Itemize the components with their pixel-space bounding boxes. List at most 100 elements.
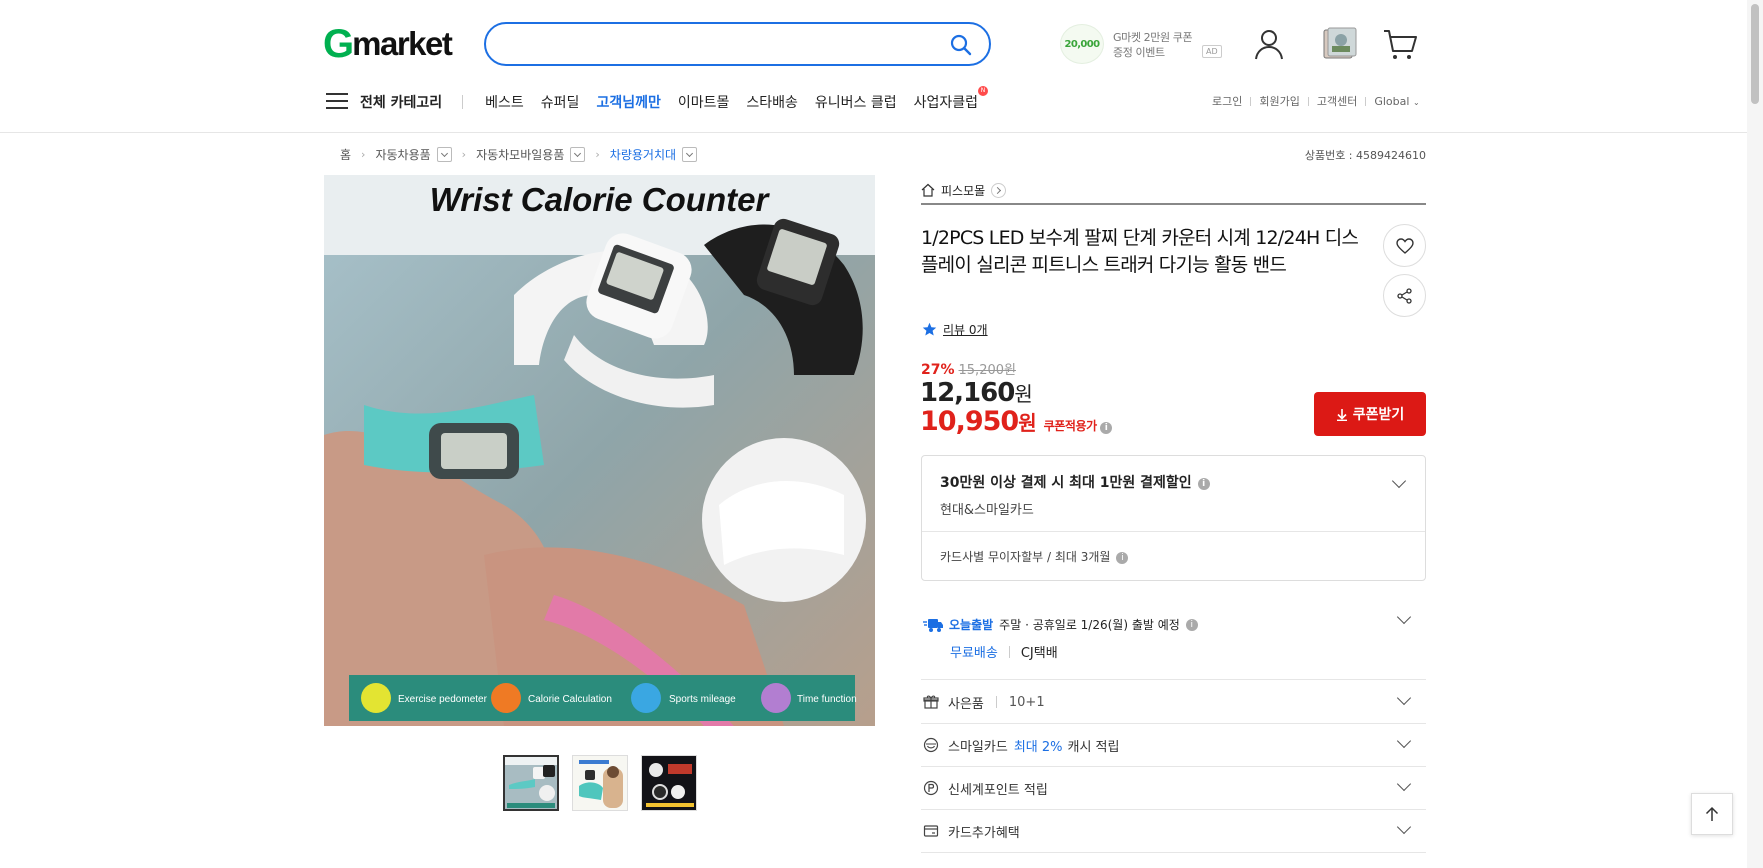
info-icon[interactable]: i (1197, 478, 1210, 490)
shipping-info[interactable]: 오늘출발 주말 · 공휴일로 1/26(월) 출발 예정 i 무료배송 CJ택배 (921, 598, 1426, 680)
search-input[interactable] (504, 34, 924, 54)
product-main-image[interactable]: Wrist Calorie Counter Exercise pedometer… (324, 175, 875, 726)
breadcrumb-dropdown-icon[interactable] (436, 146, 452, 162)
nav-universe-club[interactable]: 유니버스 클럽 (815, 92, 897, 112)
review-link[interactable]: 리뷰 0개 (922, 321, 988, 338)
option-card-label: 카드추가혜택 (948, 825, 1020, 841)
original-price: 15,200원 (958, 363, 1016, 378)
today-departure-label: 오늘출발 (949, 618, 994, 632)
breadcrumb: 홈 › 자동차용품 › 자동차모바일용품 › 차량용거치대 (340, 146, 698, 163)
info-icon[interactable]: i (1185, 618, 1198, 631)
chevron-right-icon: › (361, 147, 366, 161)
free-shipping-label: 무료배송 (950, 646, 998, 661)
thumbnail-3[interactable] (641, 755, 697, 811)
feature-label-4: Time function (797, 694, 857, 705)
option-point-label: 신세계포인트 적립 (948, 782, 1048, 798)
coupon-price-value: 10,950 (920, 406, 1019, 437)
delivery-truck-icon (923, 618, 943, 632)
gmarket-logo[interactable]: Gmarket (323, 22, 453, 66)
sale-price: 12,160원 (920, 378, 1033, 408)
breadcrumb-current[interactable]: 차량용거치대 (610, 146, 676, 163)
coupon-price-unit: 원 (1018, 411, 1036, 435)
chevron-down-icon[interactable] (1396, 776, 1412, 792)
nav-business-club[interactable]: 사업자클럽 N (914, 86, 989, 112)
arrow-up-icon (1705, 806, 1719, 821)
shipping-line-1: 오늘출발 주말 · 공휴일로 1/26(월) 출발 예정 i (923, 616, 1198, 633)
global-link[interactable]: Global ⌄ (1374, 95, 1419, 108)
card-benefit-box[interactable]: 30만원 이상 결제 시 최대 1만원 결제할인 i 현대&스마일카드 카드사별 … (921, 455, 1426, 581)
card-icon (923, 825, 939, 837)
smile-card-icon (923, 737, 939, 753)
scrollbar-thumb[interactable] (1751, 4, 1759, 104)
recent-viewed-icon[interactable] (1321, 26, 1357, 62)
chevron-down-icon: ⌄ (1412, 97, 1420, 107)
util-divider (1250, 96, 1252, 106)
breadcrumb-item[interactable]: 자동차용품 (375, 146, 430, 163)
search-box (484, 22, 991, 66)
cart-icon[interactable] (1382, 26, 1418, 62)
feature-label-3: Sports mileage (669, 694, 736, 705)
option-smilecard[interactable]: 스마일카드 최대 2% 캐시 적립 (921, 724, 1426, 767)
ad-text-line2: 증정 이벤트 (1113, 46, 1165, 59)
nav-emart-mall[interactable]: 이마트몰 (678, 92, 730, 112)
page-scrollbar[interactable] (1747, 0, 1763, 868)
shop-name-row[interactable]: 피스모몰 (921, 177, 1426, 205)
chevron-down-icon[interactable] (1396, 819, 1412, 835)
divider (1008, 645, 1010, 658)
ad-coupon-banner[interactable]: 20,000 G마켓 2만원 쿠폰 증정 이벤트 (1060, 22, 1220, 66)
signup-link[interactable]: 회원가입 (1259, 93, 1299, 109)
breadcrumb-home[interactable]: 홈 (340, 146, 351, 163)
hamburger-menu-icon[interactable] (326, 93, 350, 111)
info-icon[interactable]: i (1116, 552, 1129, 564)
thumbnail-1[interactable] (503, 755, 559, 811)
gift-icon (923, 695, 939, 709)
product-photo: Wrist Calorie Counter Exercise pedometer… (324, 175, 875, 726)
chevron-down-icon[interactable] (1396, 690, 1412, 706)
option-gift[interactable]: 사은품 10+1 (921, 681, 1426, 724)
get-coupon-button[interactable]: 쿠폰받기 (1314, 392, 1426, 436)
share-button[interactable] (1383, 274, 1426, 317)
shop-arrow-icon[interactable] (991, 182, 1007, 198)
nav-best[interactable]: 베스트 (485, 92, 524, 112)
chevron-down-icon[interactable] (1396, 733, 1412, 749)
option-gift-label: 사은품 (948, 696, 984, 712)
breadcrumb-item[interactable]: 자동차모바일용품 (476, 146, 564, 163)
nav-superdeal[interactable]: 슈퍼딜 (541, 92, 580, 112)
search-icon[interactable] (949, 33, 973, 57)
divider (922, 531, 1425, 532)
installment-text: 카드사별 무이자할부 / 최대 3개월 (940, 550, 1111, 564)
customer-center-link[interactable]: 고객센터 (1317, 93, 1357, 109)
global-nav: 전체 카테고리 베스트 슈퍼딜 고객님께만 이마트몰 스타배송 유니버스 클럽 … (326, 86, 995, 114)
product-number: 상품번호 : 4589424610 (1304, 149, 1426, 162)
point-icon (923, 780, 939, 796)
option-smilecard-highlight: 최대 2% (1013, 739, 1063, 755)
info-icon[interactable]: i (1099, 422, 1112, 434)
breadcrumb-dropdown-icon[interactable] (570, 146, 586, 162)
discount-row: 27% 15,200원 (921, 359, 1016, 378)
nav-customer-only[interactable]: 고객님께만 (596, 92, 660, 112)
breadcrumb-dropdown-icon[interactable] (682, 146, 698, 162)
ad-badge: AD (1202, 45, 1222, 58)
login-link[interactable]: 로그인 (1212, 93, 1242, 109)
wishlist-button[interactable] (1383, 224, 1426, 267)
my-page-icon[interactable] (1251, 26, 1287, 62)
option-shinsegae-point[interactable]: 신세계포인트 적립 (921, 767, 1426, 810)
image-headline: Wrist Calorie Counter (430, 181, 771, 218)
option-smilecard-label: 스마일카드 (948, 739, 1008, 755)
home-icon (921, 183, 935, 197)
courier-name: CJ택배 (1020, 646, 1058, 661)
thumbnail-2[interactable] (572, 755, 628, 811)
chevron-down-icon[interactable] (1396, 609, 1412, 625)
coupon-price-label: 쿠폰적용가 (1043, 419, 1098, 433)
scroll-to-top-button[interactable] (1691, 793, 1733, 835)
nav-star-delivery[interactable]: 스타배송 (746, 92, 798, 112)
chevron-down-icon[interactable] (1391, 473, 1407, 489)
chevron-right-icon: › (595, 147, 600, 161)
review-count[interactable]: 리뷰 0개 (943, 321, 988, 338)
option-card-benefit[interactable]: 카드추가혜택 (921, 810, 1426, 853)
shop-name[interactable]: 피스모몰 (941, 182, 985, 199)
thumbnail-list (503, 755, 697, 811)
chevron-right-icon: › (461, 147, 467, 161)
new-badge: N (978, 86, 989, 96)
all-category-button[interactable]: 전체 카테고리 (360, 92, 442, 112)
